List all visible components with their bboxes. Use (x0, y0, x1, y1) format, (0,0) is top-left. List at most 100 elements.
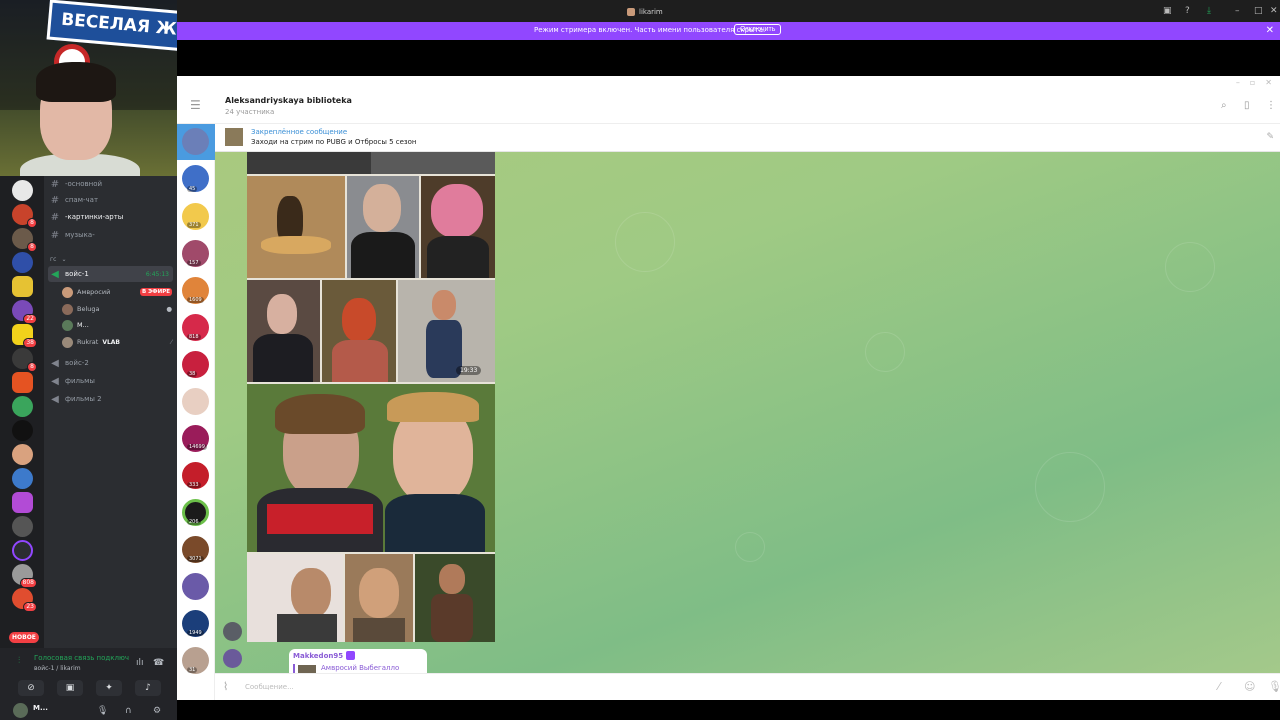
guild-icon[interactable] (12, 180, 33, 201)
voice-channel-2[interactable]: ◀ войс-2 (48, 355, 173, 371)
guild-icon[interactable]: 8 (12, 228, 37, 252)
new-messages-pill[interactable]: НОВОЕ (9, 632, 39, 643)
photo[interactable] (322, 280, 396, 382)
minimize-icon[interactable]: – (1236, 78, 1240, 87)
pinned-message-bar[interactable]: Закреплённое сообщение Заходи на стрим п… (215, 124, 1280, 152)
avatar (62, 336, 73, 348)
microphone-icon[interactable]: 🎙 (97, 706, 108, 716)
disable-streamer-button[interactable]: Отключить (734, 24, 782, 35)
guild-icon[interactable] (12, 492, 33, 513)
guild-icon[interactable] (12, 468, 33, 489)
commands-icon[interactable]: ⁄ (1218, 680, 1220, 693)
help-icon[interactable]: ? (1185, 6, 1190, 16)
guild-icon[interactable] (12, 444, 33, 465)
disconnect-icon[interactable]: ☎ (153, 658, 164, 668)
headphones-icon[interactable]: ∩ (125, 706, 132, 716)
chat-avatar[interactable] (182, 573, 209, 600)
noise-icon[interactable]: ılı (136, 658, 144, 668)
speaker-icon: ◀ (51, 357, 59, 369)
screen-share-button[interactable]: ▣ (57, 680, 83, 696)
gear-icon[interactable]: ⚙ (153, 706, 161, 716)
download-icon[interactable]: ⤓ (1207, 6, 1211, 16)
chat-title[interactable]: Aleksandriyskaya biblioteka (225, 96, 352, 105)
hash-icon: # (50, 211, 60, 223)
app-icon (627, 8, 635, 16)
photo[interactable] (371, 152, 495, 174)
soundboard-button[interactable]: ♪ (135, 680, 161, 696)
sender-avatar[interactable] (223, 649, 242, 668)
message-bubble[interactable]: Makkedon95 Амвросий Выбегалло (289, 649, 427, 673)
photo[interactable] (247, 176, 345, 278)
guild-icon[interactable] (12, 372, 33, 393)
voice-channel-films[interactable]: ◀ фильмы (48, 373, 173, 389)
photo[interactable] (247, 554, 343, 642)
guild-icon[interactable]: 808 (12, 564, 37, 588)
chat-header: ☰ Aleksandriyskaya biblioteka 24 участни… (177, 90, 1280, 124)
chat-avatar[interactable] (182, 388, 209, 415)
pinned-thumbnail (225, 128, 243, 146)
maximize-icon[interactable]: ▫ (1250, 78, 1255, 87)
photo[interactable] (247, 152, 371, 174)
channel-art[interactable]: # -картинки-арты (48, 209, 173, 225)
voice-user[interactable]: Beluga ● (62, 301, 172, 317)
channel-main[interactable]: # -основной (48, 176, 173, 192)
guild-icon[interactable]: 38 (12, 324, 37, 348)
guild-icon[interactable]: 22 (12, 300, 37, 324)
avatar[interactable] (13, 703, 28, 718)
channel-spam[interactable]: # спам-чат (48, 192, 173, 208)
close-icon[interactable]: ✕ (1270, 6, 1278, 16)
maximize-icon[interactable]: □ (1254, 6, 1263, 16)
more-icon[interactable]: ⋮ (1266, 100, 1276, 111)
photo[interactable] (345, 554, 413, 642)
guild-icon[interactable] (12, 516, 33, 537)
menu-icon[interactable]: ☰ (190, 98, 201, 112)
minimize-icon[interactable]: – (1235, 6, 1240, 16)
photo[interactable] (347, 176, 419, 278)
channel-music[interactable]: # музыка- (48, 227, 173, 243)
webcam-overlay: ВЕСЕЛАЯ ЖИЗ (0, 0, 177, 176)
camera-button[interactable]: ⊘ (18, 680, 44, 696)
voice-channel-films-2[interactable]: ◀ фильмы 2 (48, 391, 173, 407)
search-icon[interactable]: ⌕ (1221, 100, 1227, 111)
photo[interactable] (247, 384, 495, 552)
activities-button[interactable]: ✦ (96, 680, 122, 696)
message-author[interactable]: Makkedon95 (293, 652, 343, 660)
discord-sidebar: 8 8 22 38 8 808 23 НОВОЕ # -основной # спа… (0, 176, 177, 720)
photo[interactable] (247, 280, 320, 382)
voice-user[interactable]: Rukrat VLAB ⁄ (62, 334, 172, 350)
guild-icon[interactable] (12, 420, 33, 441)
message-input[interactable]: Сообщение... (245, 683, 294, 691)
twitch-guild-icon[interactable] (12, 540, 33, 561)
sidebar-toggle-icon[interactable]: ▯ (1244, 100, 1250, 111)
photo-album[interactable]: 19:33 (247, 152, 495, 642)
speaker-icon: ◀ (51, 268, 59, 280)
guild-icon[interactable]: 23 (12, 588, 37, 612)
voice-channel-1[interactable]: ◀ войс-1 6:45:13 (48, 266, 173, 282)
screen-icon[interactable]: ▣ (1163, 6, 1172, 16)
voice-user[interactable]: Амвросий В ЭФИРЕ (62, 284, 172, 300)
guild-icon[interactable] (12, 252, 33, 273)
voice-location[interactable]: войс-1 / likarim (34, 665, 81, 672)
pin-list-icon[interactable]: ✎ (1266, 132, 1274, 142)
close-icon[interactable]: ✕ (1266, 25, 1274, 36)
attach-icon[interactable]: ⌇ (223, 680, 228, 693)
category-voice[interactable]: гс ⌄ (48, 251, 173, 267)
guild-icon[interactable] (12, 396, 33, 417)
live-badge: В ЭФИРЕ (140, 288, 172, 296)
reply-preview[interactable]: Амвросий Выбегалло (293, 664, 423, 673)
guild-icon[interactable]: 8 (12, 348, 37, 372)
current-user-name[interactable]: M... (33, 704, 48, 712)
chat-avatar[interactable] (182, 128, 209, 155)
guild-icon[interactable] (12, 276, 33, 297)
close-icon[interactable]: ✕ (1265, 78, 1272, 87)
microphone-icon[interactable]: 🎙 (1268, 680, 1280, 693)
voice-user[interactable]: M... (62, 317, 172, 333)
photo[interactable]: 19:33 (398, 280, 495, 382)
guild-icon[interactable]: 8 (12, 204, 37, 228)
photo[interactable] (415, 554, 495, 642)
photo[interactable] (421, 176, 495, 278)
voice-panel: ⫶ Голосовая связь подключ войс-1 / likar… (0, 648, 177, 720)
sender-avatar[interactable] (223, 622, 242, 641)
pinned-label: Закреплённое сообщение (251, 128, 348, 136)
emoji-icon[interactable]: ☺ (1244, 680, 1255, 693)
